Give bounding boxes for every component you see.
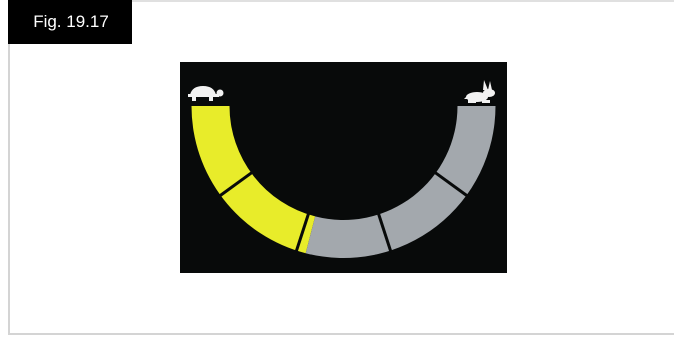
- figure-label: Fig. 19.17: [8, 0, 132, 44]
- gauge-arc: [191, 106, 496, 258]
- tortoise-icon: [188, 86, 224, 101]
- speed-gauge: [188, 80, 496, 258]
- hare-icon: [464, 80, 495, 103]
- speed-display: [180, 62, 507, 273]
- gauge-fill-inactive: [305, 106, 496, 258]
- page: Fig. 19.17: [0, 0, 674, 339]
- gauge-fill-active: [191, 106, 316, 254]
